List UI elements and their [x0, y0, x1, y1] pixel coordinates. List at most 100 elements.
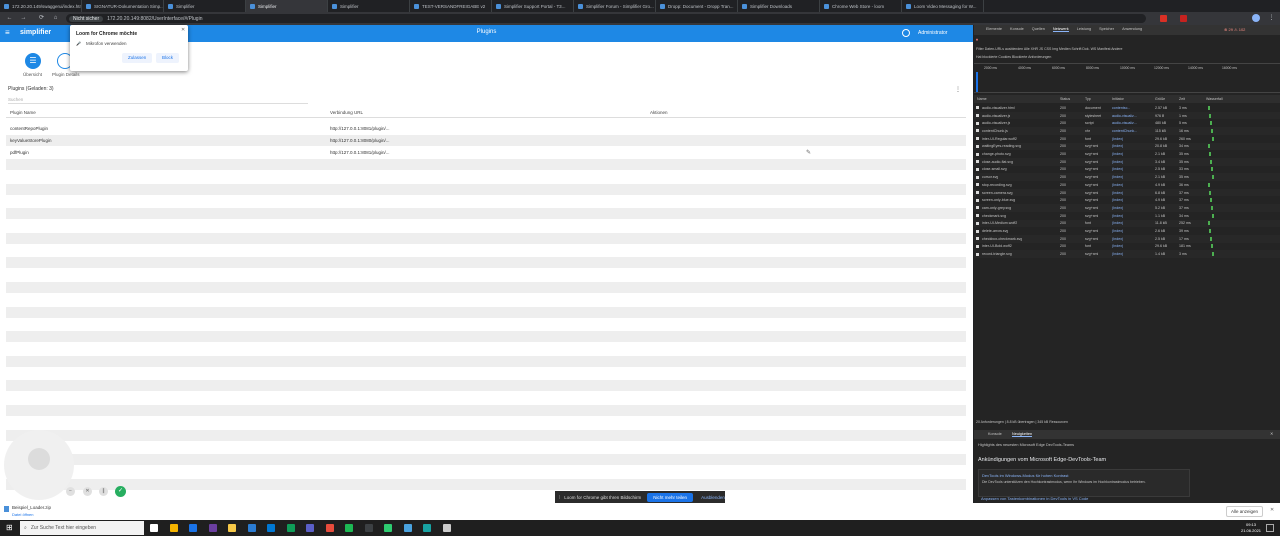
request-initiator[interactable]: (Index) [1112, 191, 1123, 195]
profile-avatar[interactable] [1252, 14, 1260, 22]
download-filename[interactable]: Beispiel_Loader.zip [12, 505, 51, 510]
windows-start-icon[interactable]: ⊞ [6, 524, 13, 532]
system-clock[interactable]: 09:13 21.06.2021 [1241, 522, 1261, 534]
request-initiator[interactable]: (Index) [1112, 206, 1123, 210]
taskbar-app-icon[interactable] [306, 524, 314, 532]
help-icon[interactable] [902, 29, 910, 37]
menu-icon[interactable]: ⋮ [1268, 15, 1275, 22]
security-chip[interactable]: Nicht sicher [69, 15, 104, 22]
request-initiator[interactable]: (Index) [1112, 221, 1123, 225]
request-row[interactable]: audio-visualizer.js 200 script audio-visual… [974, 119, 1280, 127]
col-name[interactable]: Name [977, 97, 987, 101]
request-initiator[interactable]: (Index) [1112, 252, 1123, 256]
edit-icon[interactable]: ✎ [806, 149, 811, 156]
header-plugin-name[interactable]: Plugin Name [10, 110, 36, 115]
request-row[interactable]: audio-visualizer.js 200 stylesheet audio-vi… [974, 111, 1280, 120]
request-row[interactable]: cursor.svg 200 svg+xml (Index) 2.1 kB 35 ms [974, 173, 1280, 181]
taskbar-app-icon[interactable] [208, 524, 217, 532]
block-button[interactable]: Block [156, 53, 180, 63]
search-input[interactable]: Suchen [8, 97, 308, 104]
drawer-tab-whats-new[interactable]: Neuigkeiten [1012, 432, 1033, 437]
timeline-overview[interactable]: 2000 ms 4000 ms 6000 ms 8000 ms 10000 ms 1200… [974, 63, 1280, 93]
news-item-2-title[interactable]: Anpassen von Tastenkombinationen in DevT… [981, 496, 1088, 501]
browser-tab[interactable]: Simplifier Downloads [738, 0, 820, 12]
request-initiator[interactable]: (Index) [1112, 183, 1123, 187]
request-row[interactable]: inter-UI-Regular.woff2 200 font (Index) 29.6… [974, 135, 1280, 143]
taskbar-app-icon[interactable] [247, 524, 256, 532]
show-all-downloads-button[interactable]: Alle anzeigen [1226, 506, 1264, 517]
table-row[interactable]: pdfPlugin http://127.0.0.1:8081/plugin/.… [6, 147, 966, 158]
address-bar[interactable]: Nicht sicher 172.20.20.149:8082/UserInte… [66, 14, 1146, 23]
drag-handle-icon[interactable]: ⁞ [559, 495, 560, 500]
download-status[interactable]: Datei öffnen [12, 512, 34, 517]
request-initiator[interactable]: (Index) [1112, 175, 1123, 179]
col-type[interactable]: Typ [1085, 97, 1091, 101]
taskbar-app-icon[interactable] [384, 524, 392, 532]
request-row[interactable]: record-triangle.svg 200 svg+xml (Index) 1.4 … [974, 250, 1280, 258]
browser-tab[interactable]: Simplifier [328, 0, 410, 12]
allow-button[interactable]: Zulassen [122, 53, 153, 63]
add-plugin-icon[interactable]: ⋮ [955, 86, 961, 93]
taskbar-app-icon[interactable] [169, 524, 178, 532]
filter-bar[interactable]: Filter Daten-URLs ausblenden Alle XHR JS… [976, 47, 1276, 51]
request-initiator[interactable]: (Index) [1112, 144, 1123, 148]
taskbar-app-icon[interactable] [189, 524, 197, 532]
browser-tab[interactable]: Simplifier Support Portal - T3... [492, 0, 574, 12]
request-initiator[interactable]: audio-visualiz... [1112, 121, 1137, 125]
taskbar-app-icon[interactable] [150, 524, 158, 532]
stop-sharing-button[interactable]: Nicht mehr teilen [647, 492, 694, 502]
col-waterfall[interactable]: Wasserfall [1206, 97, 1223, 101]
drawer-tab-console[interactable]: Konsole [988, 432, 1002, 436]
taskbar-app-icon[interactable] [345, 524, 353, 532]
taskbar-app-icon[interactable] [364, 524, 373, 532]
request-initiator[interactable]: contentsc... [1112, 106, 1130, 110]
request-row[interactable]: change-photo.svg 200 svg+xml (Index) 2.1 kB 3… [974, 150, 1280, 158]
taskbar-search[interactable]: ⌕ Zur Suche Text hier eingeben [20, 521, 144, 535]
reload-button[interactable]: ⟳ [38, 15, 45, 22]
request-initiator[interactable]: (Index) [1112, 152, 1123, 156]
record-icon[interactable]: ⏺ [976, 37, 978, 42]
request-row[interactable]: audio-visualizer.html 200 document contents… [974, 104, 1280, 112]
request-initiator[interactable]: (Index) [1112, 214, 1123, 218]
request-initiator[interactable]: (Index) [1112, 229, 1123, 233]
user-menu[interactable]: Administrator [918, 30, 947, 36]
request-row[interactable]: inter-UI-Medium.woff2 200 font (Index) 11.8 … [974, 219, 1280, 228]
request-initiator[interactable]: (Index) [1112, 198, 1123, 202]
close-icon[interactable]: ✕ [181, 27, 185, 33]
request-row[interactable]: close-audio-flat.svg 200 svg+xml (Index) 3.4… [974, 157, 1280, 166]
request-initiator[interactable]: (Index) [1112, 244, 1123, 248]
tab-plugin-details[interactable]: Plugin Details [52, 72, 80, 77]
extension-loom-icon[interactable] [1160, 15, 1167, 22]
header-url[interactable]: Verbindung URL [330, 110, 363, 115]
close-drawer-icon[interactable]: ✕ [1270, 431, 1273, 436]
col-initiator[interactable]: Initiator [1112, 97, 1124, 101]
finish-recording-icon[interactable]: ✓ [115, 486, 126, 497]
error-counts[interactable]: ⊗ 29 ⚠ 102 [1224, 27, 1245, 32]
browser-tab[interactable]: Loom Video Messaging for W... [902, 0, 984, 12]
table-row[interactable]: contentRepoPlugin http://127.0.0.1:8081/… [6, 123, 966, 134]
camera-bubble[interactable] [4, 430, 74, 500]
request-row[interactable]: cam-only-grey.svg 200 svg+xml (Index) 5.2 kB… [974, 204, 1280, 212]
table-row[interactable]: keyValueStorePlugin http://127.0.0.1:808… [6, 135, 966, 146]
blocked-filters[interactable]: Hat blockierte Cookies Blockierte Anford… [976, 55, 1051, 59]
request-row[interactable]: contentChunk.js 200 xhr contentChunk... 115 … [974, 127, 1280, 135]
request-row[interactable]: stop-recording.svg 200 svg+xml (Index) 4.9 k… [974, 181, 1280, 189]
forward-button[interactable]: → [20, 15, 27, 22]
request-row[interactable]: waitingEyes-reading.svg 200 svg+xml (Index)… [974, 142, 1280, 151]
back-button[interactable]: ← [6, 15, 13, 22]
taskbar-app-icon[interactable] [403, 524, 412, 532]
taskbar-app-icon[interactable] [286, 524, 295, 532]
request-row[interactable]: checkbox-checkmark.svg 200 svg+xml (Index) 2… [974, 234, 1280, 243]
request-row[interactable]: inter-UI-Bold.woff2 200 font (Index) 29.6 kB… [974, 243, 1280, 251]
news-item-title[interactable]: DevTools im Windows-Modus für hohen Kont… [982, 473, 1186, 478]
close-download-bar-icon[interactable]: ✕ [1270, 507, 1274, 513]
devtools-tab[interactable]: Konsole [1010, 27, 1024, 32]
pause-icon[interactable]: − [66, 487, 75, 496]
extension-icon[interactable] [1180, 15, 1187, 22]
taskbar-app-icon[interactable] [228, 524, 236, 532]
browser-tab[interactable]: Dropp: Document - Dropp Tran... [656, 0, 738, 12]
request-initiator[interactable]: (Index) [1112, 237, 1123, 241]
hide-button[interactable]: Ausblenden [701, 495, 725, 500]
request-initiator[interactable]: (Index) [1112, 137, 1123, 141]
browser-tab[interactable]: Simplifier [246, 0, 328, 12]
